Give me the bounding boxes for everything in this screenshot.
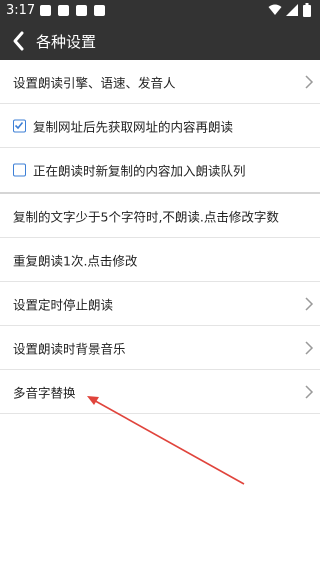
notification-icon (40, 5, 51, 16)
chevron-right-icon (305, 297, 314, 311)
setting-fetch-url-content[interactable]: 复制网址后先获取网址的内容再朗读 (0, 104, 320, 148)
checkbox-unchecked[interactable] (13, 163, 26, 177)
chevron-right-icon (305, 75, 314, 89)
setting-tts-engine[interactable]: 设置朗读引擎、语速、发音人 (0, 60, 320, 104)
font-icon (58, 5, 69, 16)
setting-queue-new-copy[interactable]: 正在朗读时新复制的内容加入朗读队列 (0, 148, 320, 192)
setting-polyphonic-replace[interactable]: 多音字替换 (0, 370, 320, 414)
page-title: 各种设置 (36, 33, 97, 51)
status-bar: 3:17 (0, 0, 320, 22)
check-icon (14, 121, 24, 130)
checkbox-checked[interactable] (13, 119, 26, 133)
setting-repeat-count[interactable]: 重复朗读1次.点击修改 (0, 238, 320, 282)
setting-label: 正在朗读时新复制的内容加入朗读队列 (33, 163, 246, 179)
setting-label: 重复朗读1次.点击修改 (13, 253, 138, 269)
setting-background-music[interactable]: 设置朗读时背景音乐 (0, 326, 320, 370)
wifi-icon (268, 4, 282, 15)
square-icon (94, 5, 105, 16)
setting-timed-stop[interactable]: 设置定时停止朗读 (0, 282, 320, 326)
setting-label: 多音字替换 (13, 385, 76, 401)
signal-icon (286, 4, 298, 16)
status-time: 3:17 (6, 3, 36, 18)
chevron-left-icon[interactable] (8, 28, 30, 54)
battery-icon (303, 3, 311, 17)
setting-label: 设置朗读引擎、语速、发音人 (13, 75, 176, 91)
chevron-right-icon (305, 385, 314, 399)
divider (0, 413, 320, 414)
app-bar: 各种设置 (0, 22, 320, 60)
setting-label: 复制网址后先获取网址的内容再朗读 (33, 119, 234, 135)
chevron-right-icon (305, 341, 314, 355)
setting-label: 设置定时停止朗读 (13, 297, 114, 313)
setting-label: 复制的文字少于5个字符时,不朗读.点击修改字数 (13, 209, 279, 225)
setting-label: 设置朗读时背景音乐 (13, 341, 126, 357)
setting-min-chars[interactable]: 复制的文字少于5个字符时,不朗读.点击修改字数 (0, 194, 320, 238)
a-icon (76, 5, 87, 16)
